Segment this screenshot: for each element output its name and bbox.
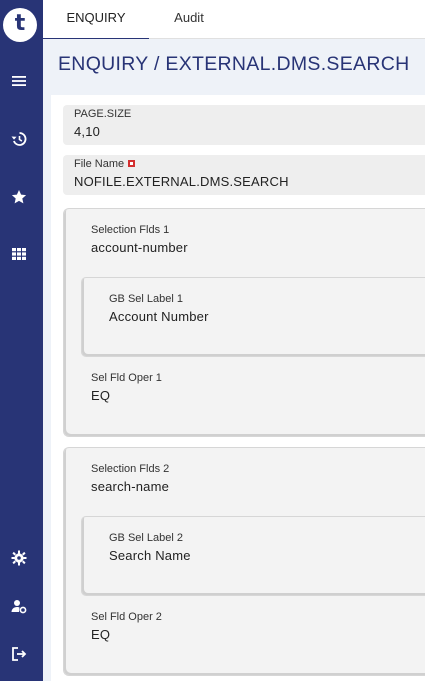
tab-enquiry[interactable]: ENQUIRY [43,0,149,40]
selection-flds-2-value[interactable]: search-name [91,479,169,494]
sel-fld-oper-2-value[interactable]: EQ [91,627,110,642]
sidebar: t [0,0,43,681]
flag-icon [128,160,136,167]
main-content: ENQUIRY / EXTERNAL.DMS.SEARCH PAGE.SIZE … [43,39,425,681]
form-panel: PAGE.SIZE 4,10 File Name NOFILE.EXTERNAL… [51,95,425,681]
star-icon[interactable] [10,188,28,206]
logo-letter: t [14,11,26,36]
selection-group-1: Selection Flds 1 account-number GB Sel L… [63,208,425,437]
gb-sel-label-group-1: GB Sel Label 1 Account Number [81,277,425,357]
page-size-field[interactable]: PAGE.SIZE 4,10 [63,105,425,145]
tab-audit[interactable]: Audit [149,0,229,38]
app-logo[interactable]: t [3,8,37,42]
settings-icon[interactable] [10,549,28,567]
sel-fld-oper-1-label: Sel Fld Oper 1 [91,372,162,384]
sel-fld-oper-2-label: Sel Fld Oper 2 [91,611,162,623]
selection-flds-2-label: Selection Flds 2 [91,463,170,475]
gb-sel-label-2-label: GB Sel Label 2 [109,532,183,544]
gb-sel-label-group-2: GB Sel Label 2 Search Name [81,516,425,596]
file-name-label: File Name [74,158,125,170]
selection-flds-1-label: Selection Flds 1 [91,224,170,236]
tab-bar: ENQUIRY Audit [43,0,425,40]
selection-group-2: Selection Flds 2 search-name GB Sel Labe… [63,447,425,676]
history-icon[interactable] [10,130,28,148]
title-bar: ENQUIRY / EXTERNAL.DMS.SEARCH [43,39,425,95]
gb-sel-label-1-value[interactable]: Account Number [109,309,209,324]
logout-icon[interactable] [10,645,28,663]
menu-icon[interactable] [10,72,28,90]
gb-sel-label-2-value[interactable]: Search Name [109,548,191,563]
file-name-value: NOFILE.EXTERNAL.DMS.SEARCH [74,174,289,189]
page-title: ENQUIRY / EXTERNAL.DMS.SEARCH [58,53,410,75]
gb-sel-label-1-label: GB Sel Label 1 [109,293,183,305]
file-name-field[interactable]: File Name NOFILE.EXTERNAL.DMS.SEARCH [63,155,425,195]
user-settings-icon[interactable] [10,597,28,615]
sel-fld-oper-1-value[interactable]: EQ [91,388,110,403]
selection-flds-1-value[interactable]: account-number [91,240,188,255]
page-size-value: 4,10 [74,124,101,139]
page-size-label: PAGE.SIZE [74,108,132,120]
grid-icon[interactable] [10,245,28,263]
